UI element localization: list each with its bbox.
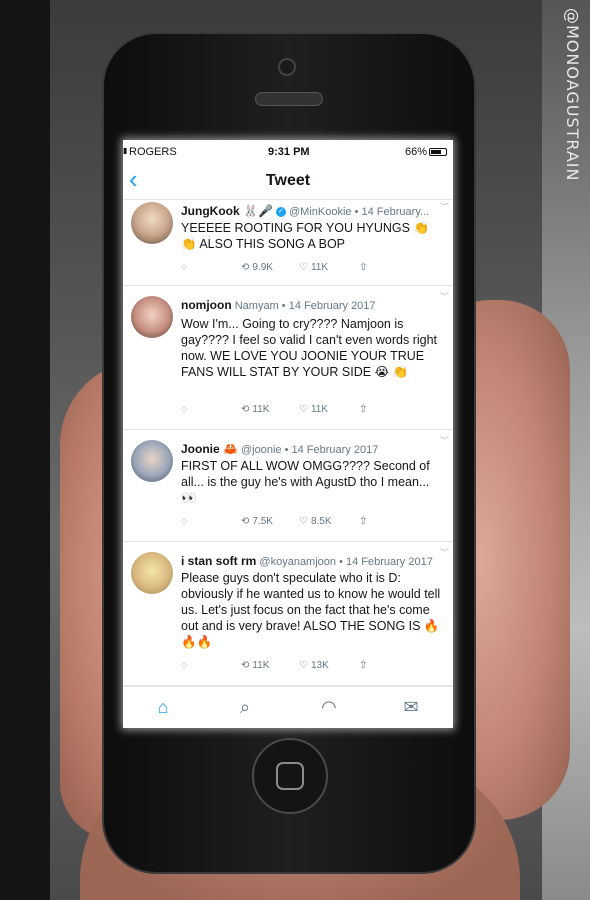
- reply-icon: ◌: [181, 516, 187, 527]
- heart-icon: ♡: [299, 660, 308, 671]
- retweet-count: 7.5K: [252, 516, 273, 527]
- earpiece-speaker: [255, 92, 323, 106]
- avatar[interactable]: [131, 202, 173, 244]
- status-bar: ▮ ROGERS 9:31 PM 66%: [123, 140, 453, 162]
- tweet[interactable]: JungKook 🐰🎤 ✓ @MinKookie • 14 February..…: [123, 200, 453, 286]
- avatar[interactable]: [131, 440, 173, 482]
- battery-percent: 66%: [404, 146, 427, 158]
- heart-icon: ♡: [299, 516, 308, 527]
- avatar[interactable]: [131, 296, 173, 338]
- home-button-square-icon: [276, 762, 304, 790]
- chevron-down-icon[interactable]: ﹀: [440, 200, 449, 213]
- tweet-date: 14 February 2017: [291, 444, 379, 456]
- retweet-count: 11K: [252, 404, 270, 415]
- tab-bar: ⌂ ⌕ ◠ ✉: [123, 686, 453, 728]
- reply-icon: ◌: [181, 262, 187, 273]
- reply-button[interactable]: ◌: [181, 660, 187, 671]
- nav-bar: ‹ Tweet: [123, 162, 453, 200]
- share-button[interactable]: ⇧: [359, 404, 367, 415]
- retweet-count: 9.9K: [252, 262, 273, 273]
- like-button[interactable]: ♡ 13K: [299, 660, 329, 671]
- front-camera: [278, 58, 296, 76]
- tweet-text: Wow I'm... Going to cry???? Namjoon is g…: [181, 317, 438, 379]
- tweet-header: JungKook 🐰🎤 ✓ @MinKookie • 14 February..…: [181, 204, 430, 218]
- home-tab-icon[interactable]: ⌂: [151, 697, 175, 719]
- like-count: 11K: [310, 262, 329, 273]
- tweet-actions: ◌ ⟲ 11K ♡ 13K ⇧: [181, 660, 443, 676]
- tweet-text: YEEEEE ROOTING FOR YOU HYUNGS 👏 👏 ALSO T…: [181, 221, 430, 251]
- reply-icon: ◌: [181, 404, 187, 415]
- display-name[interactable]: Joonie 🦀: [181, 442, 238, 456]
- chevron-down-icon[interactable]: ﹀: [440, 290, 449, 303]
- notifications-tab-icon[interactable]: ◠: [317, 697, 341, 719]
- watermark: @MONOAGUSTRAIN: [563, 8, 582, 182]
- retweet-button[interactable]: ⟲ 11K: [241, 660, 269, 671]
- like-count: 13K: [310, 660, 329, 671]
- like-button[interactable]: ♡ 11K: [299, 404, 328, 415]
- tweet-header: nomjoon Namyam • 14 February 2017: [181, 298, 376, 312]
- display-name[interactable]: i stan soft rm: [181, 554, 256, 568]
- heart-icon: ♡: [299, 262, 308, 273]
- retweet-icon: ⟲: [241, 660, 250, 671]
- reply-button[interactable]: ◌: [181, 516, 187, 527]
- share-icon: ⇧: [359, 404, 368, 415]
- retweet-icon: ⟲: [241, 404, 250, 415]
- avatar[interactable]: [131, 552, 173, 594]
- tweet[interactable]: nomjoon Namyam • 14 February 2017 ﹀ Wow …: [123, 286, 453, 430]
- search-tab-icon[interactable]: ⌕: [233, 697, 257, 719]
- messages-tab-icon[interactable]: ✉: [399, 697, 423, 719]
- like-button[interactable]: ♡ 11K: [299, 262, 328, 273]
- handle[interactable]: @koyanamjoon: [259, 556, 336, 568]
- retweet-button[interactable]: ⟲ 9.9K: [241, 262, 273, 273]
- chevron-down-icon[interactable]: ﹀: [440, 546, 449, 559]
- retweet-icon: ⟲: [241, 516, 250, 527]
- clock: 9:31 PM: [268, 146, 310, 158]
- photo-edge-left: [0, 0, 50, 900]
- tweet-actions: ◌ ⟲ 9.9K ♡ 11K ⇧: [181, 262, 443, 278]
- share-button[interactable]: ⇧: [359, 262, 367, 273]
- tweet-date: 14 February 2017: [288, 300, 376, 312]
- retweet-count: 11K: [252, 660, 270, 671]
- tweet-actions: ◌ ⟲ 7.5K ♡ 8.5K ⇧: [181, 516, 443, 532]
- share-icon: ⇧: [359, 262, 368, 273]
- share-button[interactable]: ⇧: [359, 660, 367, 671]
- like-button[interactable]: ♡ 8.5K: [299, 516, 332, 527]
- reply-button[interactable]: ◌: [181, 262, 187, 273]
- tweet-date: 14 February...: [361, 206, 430, 218]
- tweet[interactable]: i stan soft rm @koyanamjoon • 14 Februar…: [123, 542, 453, 686]
- retweet-icon: ⟲: [241, 262, 250, 273]
- handle[interactable]: @MinKookie: [289, 206, 352, 218]
- reply-icon: ◌: [181, 660, 187, 671]
- chevron-down-icon[interactable]: ﹀: [440, 434, 449, 447]
- tweet-text: FIRST OF ALL WOW OMGG???? Second of all.…: [181, 459, 430, 505]
- reply-button[interactable]: ◌: [181, 404, 187, 415]
- tweet[interactable]: Joonie 🦀 @joonie • 14 February 2017 ﹀ FI…: [123, 430, 453, 542]
- signal-icon: ▮: [123, 146, 128, 155]
- phone-screen: ▮ ROGERS 9:31 PM 66% ‹ Tweet JungKook 🐰🎤…: [123, 140, 453, 728]
- battery-icon: [429, 148, 447, 156]
- share-button[interactable]: ⇧: [359, 516, 367, 527]
- display-name[interactable]: JungKook 🐰🎤: [181, 204, 273, 218]
- handle[interactable]: Namyam: [235, 300, 279, 312]
- tweet-header: i stan soft rm @koyanamjoon • 14 Februar…: [181, 554, 433, 568]
- tweet-actions: ◌ ⟲ 11K ♡ 11K ⇧: [181, 404, 443, 420]
- heart-icon: ♡: [299, 404, 308, 415]
- tweet-header: Joonie 🦀 @joonie • 14 February 2017: [181, 442, 379, 456]
- share-icon: ⇧: [359, 660, 368, 671]
- share-icon: ⇧: [359, 516, 368, 527]
- verified-badge-icon: ✓: [275, 207, 286, 218]
- page-title: Tweet: [265, 172, 311, 189]
- retweet-button[interactable]: ⟲ 11K: [241, 404, 269, 415]
- carrier-label: ROGERS: [129, 146, 177, 158]
- tweet-text: Please guys don't speculate who it is D:…: [181, 571, 441, 649]
- retweet-button[interactable]: ⟲ 7.5K: [241, 516, 273, 527]
- like-count: 8.5K: [310, 516, 332, 527]
- display-name[interactable]: nomjoon: [181, 298, 232, 312]
- like-count: 11K: [310, 404, 329, 415]
- handle[interactable]: @joonie: [241, 444, 282, 456]
- tweet-date: 14 February 2017: [346, 556, 433, 568]
